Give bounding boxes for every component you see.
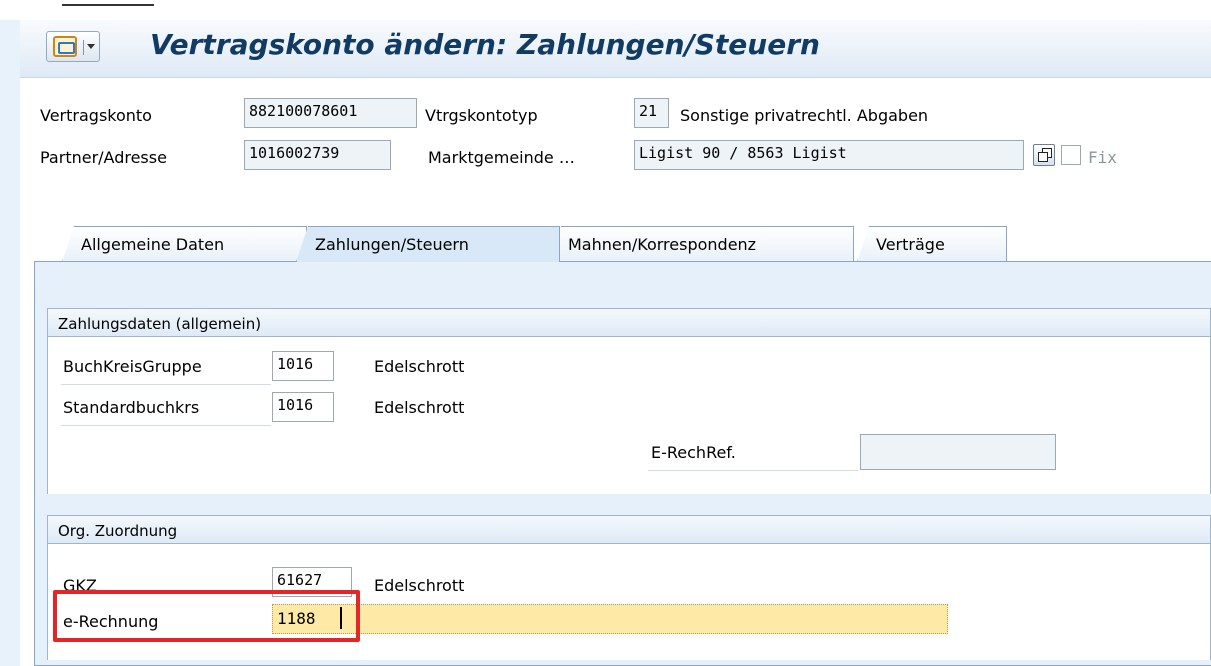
highlight-box xyxy=(53,590,360,642)
vertragskonto-field[interactable]: 882100078601 xyxy=(244,98,417,128)
address-field[interactable]: Ligist 90 / 8563 Ligist xyxy=(634,140,1024,170)
top-strip-line xyxy=(62,4,154,6)
tab-mahnen-korrespondenz[interactable]: Mahnen/Korrespondenz xyxy=(549,226,854,262)
tab-zahlungen-steuern[interactable]: Zahlungen/Steuern xyxy=(296,226,560,262)
erechref-field[interactable] xyxy=(860,434,1056,470)
fix-label: Fix xyxy=(1088,148,1117,167)
standardbuchkrs-label: Standardbuchkrs xyxy=(63,398,200,417)
tab-vertraege-label: Verträge xyxy=(876,235,945,254)
tab-allgemeine-daten[interactable]: Allgemeine Daten xyxy=(62,226,307,262)
tab-allgemeine-daten-label: Allgemeine Daten xyxy=(81,235,225,254)
vtrgskontotyp-label: Vtrgskontotyp xyxy=(425,106,538,125)
top-strip xyxy=(0,0,1211,20)
partner-name: Marktgemeinde … xyxy=(428,148,575,167)
tab-mahnen-korrespondenz-label: Mahnen/Korrespondenz xyxy=(568,235,757,254)
row-divider xyxy=(61,384,271,385)
vtrgskontotyp-field[interactable]: 21 xyxy=(634,98,669,128)
page-title: Vertragskonto ändern: Zahlungen/Steuern xyxy=(150,28,820,61)
copy-icon[interactable] xyxy=(1033,144,1055,166)
zahlungsdaten-group-title: Zahlungsdaten (allgemein) xyxy=(48,309,1210,337)
erechnung-field[interactable] xyxy=(272,604,948,634)
standardbuchkrs-field[interactable]: 1016 xyxy=(272,392,334,422)
org-zuordnung-group-title: Org. Zuordnung xyxy=(48,516,1210,544)
gkz-text: Edelschrott xyxy=(374,576,465,595)
row-divider xyxy=(61,425,271,426)
tab-vertraege[interactable]: Verträge xyxy=(857,226,1007,262)
partner-field[interactable]: 1016002739 xyxy=(244,140,391,170)
fix-checkbox[interactable] xyxy=(1061,145,1081,165)
tab-zahlungen-steuern-label: Zahlungen/Steuern xyxy=(315,235,469,254)
vtrgskontotyp-text: Sonstige privatrechtl. Abgaben xyxy=(680,106,929,125)
buchkreisgruppe-label: BuchKreisGruppe xyxy=(63,357,202,376)
chevron-down-icon[interactable] xyxy=(83,40,95,55)
partner-label: Partner/Adresse xyxy=(40,148,167,167)
row-divider xyxy=(648,470,858,471)
buchkreisgruppe-text: Edelschrott xyxy=(374,357,465,376)
vertragskonto-label: Vertragskonto xyxy=(40,106,152,125)
erechref-label: E-RechRef. xyxy=(651,443,736,462)
zahlungsdaten-group-body xyxy=(48,337,1210,494)
user-settings-icon-face xyxy=(53,36,77,57)
buchkreisgruppe-field[interactable]: 1016 xyxy=(272,351,334,381)
left-strip xyxy=(0,20,20,666)
standardbuchkrs-text: Edelschrott xyxy=(374,398,465,417)
user-settings-icon[interactable] xyxy=(46,31,100,62)
